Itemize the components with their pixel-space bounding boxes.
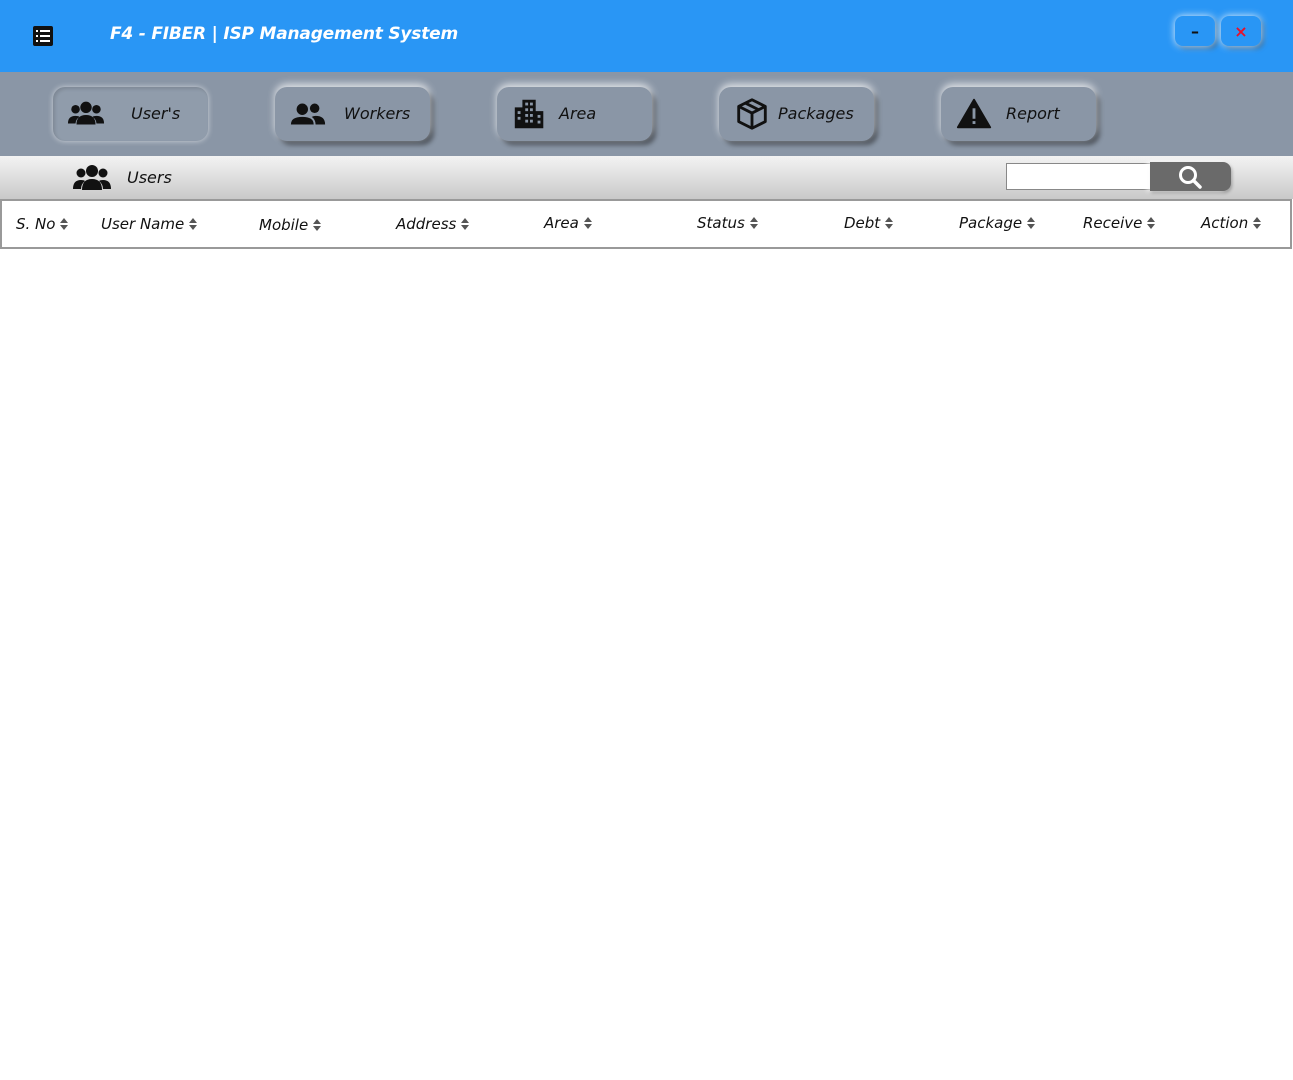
- users-table-header: S. No User Name Mobile Address Area Stat…: [0, 199, 1292, 249]
- section-header: Users: [0, 156, 1293, 199]
- sort-icon: [60, 218, 69, 230]
- column-header-serial[interactable]: S. No: [16, 215, 69, 233]
- users-group-icon: [67, 101, 105, 125]
- column-header-receive[interactable]: Receive: [1083, 214, 1156, 232]
- title-bar: F4 - FIBER | ISP Management System – ×: [0, 0, 1293, 72]
- column-header-mobile[interactable]: Mobile: [259, 216, 322, 234]
- nav-area-button[interactable]: Area: [497, 87, 652, 141]
- nav-workers-label: Workers: [344, 104, 411, 123]
- main-nav: User's Workers Area Packages Report: [0, 72, 1293, 156]
- list-menu-icon[interactable]: [32, 25, 54, 47]
- nav-users-button[interactable]: User's: [53, 87, 208, 141]
- building-icon: [514, 99, 544, 129]
- sort-icon: [749, 217, 758, 229]
- nav-report-button[interactable]: Report: [941, 87, 1096, 141]
- close-icon: ×: [1234, 21, 1248, 41]
- column-header-action[interactable]: Action: [1201, 214, 1262, 232]
- sort-icon: [1253, 217, 1262, 229]
- column-header-status[interactable]: Status: [697, 214, 758, 232]
- page-title: Users: [127, 168, 172, 187]
- users-group-icon: [73, 165, 111, 190]
- nav-packages-label: Packages: [778, 104, 854, 123]
- sort-icon: [885, 217, 894, 229]
- app-title: F4 - FIBER | ISP Management System: [110, 24, 458, 44]
- column-header-debt[interactable]: Debt: [844, 214, 894, 232]
- column-header-package[interactable]: Package: [959, 214, 1036, 232]
- nav-report-label: Report: [1006, 104, 1060, 123]
- column-header-address[interactable]: Address: [396, 215, 470, 233]
- sort-icon: [189, 218, 198, 230]
- sort-icon: [583, 217, 592, 229]
- nav-area-label: Area: [559, 104, 597, 123]
- warning-icon: [956, 98, 992, 129]
- nav-workers-button[interactable]: Workers: [275, 87, 430, 141]
- sort-icon: [1027, 217, 1036, 229]
- search-button[interactable]: [1150, 162, 1231, 191]
- search-icon: [1178, 165, 1202, 189]
- nav-users-label: User's: [131, 104, 181, 123]
- column-header-area[interactable]: Area: [544, 214, 592, 232]
- sort-icon: [461, 218, 470, 230]
- search-input[interactable]: [1006, 163, 1151, 190]
- close-button[interactable]: ×: [1221, 16, 1261, 46]
- package-box-icon: [737, 98, 767, 130]
- minimize-icon: –: [1191, 21, 1199, 41]
- sort-icon: [313, 219, 322, 231]
- minimize-button[interactable]: –: [1175, 16, 1215, 46]
- sort-icon: [1147, 217, 1156, 229]
- nav-packages-button[interactable]: Packages: [719, 87, 874, 141]
- column-header-user-name[interactable]: User Name: [101, 215, 198, 233]
- people-icon: [290, 103, 326, 125]
